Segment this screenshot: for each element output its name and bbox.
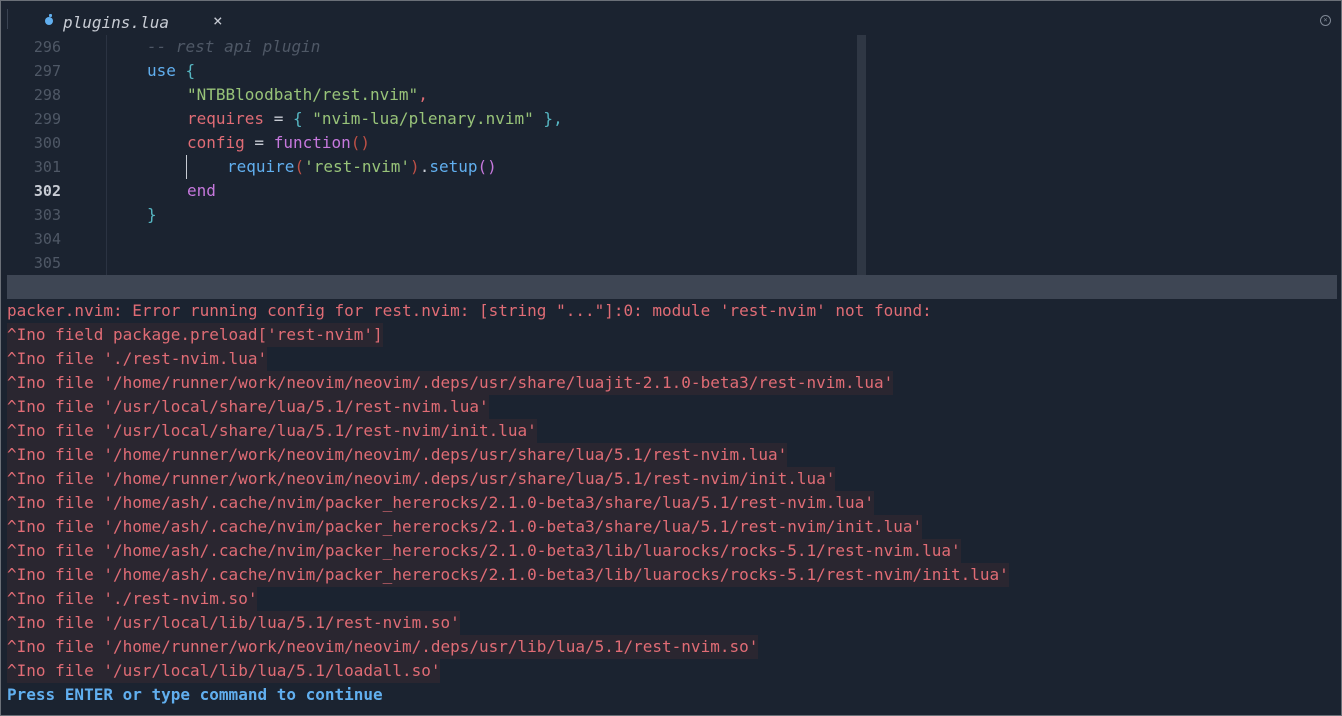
code-line-296: -- rest api plugin bbox=[147, 35, 320, 59]
code-line-297: use { bbox=[147, 59, 195, 83]
line-number: 305 bbox=[33, 254, 61, 272]
current-line-number: 302 bbox=[33, 182, 61, 200]
error-line: ^Ino file './rest-nvim.lua' bbox=[7, 347, 268, 371]
line-number: 304 bbox=[33, 230, 61, 248]
error-line: ^Ino file '/usr/local/lib/lua/5.1/loadal… bbox=[7, 659, 441, 683]
code-comment: -- rest api plugin bbox=[147, 37, 321, 56]
error-line: ^Ino file '/home/ash/.cache/nvim/packer_… bbox=[7, 491, 874, 515]
code-operator: = bbox=[244, 133, 274, 152]
code-function: require bbox=[227, 157, 295, 176]
code-method: setup bbox=[429, 157, 478, 176]
continue-prompt[interactable]: Press ENTER or type command to continue bbox=[7, 683, 383, 707]
indent-guide-outer bbox=[106, 35, 107, 275]
tab-separator bbox=[7, 9, 8, 29]
line-number: 298 bbox=[33, 86, 61, 104]
code-brace: { bbox=[292, 109, 313, 128]
error-line: ^Ino field package.preload['rest-nvim'] bbox=[7, 323, 383, 347]
line-number: 297 bbox=[33, 62, 61, 80]
code-line-302: end bbox=[187, 179, 216, 203]
error-line: ^Ino file '/usr/local/share/lua/5.1/rest… bbox=[7, 395, 489, 419]
editor-pane[interactable]: 296 297 298 299 300 301 302 303 304 305 … bbox=[1, 35, 1341, 275]
error-line: ^Ino file '/home/runner/work/neovim/neov… bbox=[7, 467, 836, 491]
error-header: packer.nvim: Error running config for re… bbox=[7, 301, 932, 320]
code-dot: . bbox=[419, 157, 430, 176]
code-string: 'rest-nvim' bbox=[304, 157, 411, 176]
code-comma: , bbox=[418, 85, 428, 104]
code-keyword: use bbox=[147, 61, 176, 80]
tab-bar: plugins.lua × × bbox=[1, 1, 1341, 35]
code-line-301: require('rest-nvim').setup() bbox=[227, 155, 497, 179]
line-number: 296 bbox=[33, 38, 61, 56]
code-key: config bbox=[187, 133, 245, 152]
code-line-303: } bbox=[147, 203, 157, 227]
code-string: "NTBBloodbath/rest.nvim" bbox=[187, 85, 419, 104]
editor-scrollbar[interactable] bbox=[857, 35, 866, 275]
error-line: ^Ino file '/home/runner/work/neovim/neov… bbox=[7, 371, 894, 395]
error-line: ^Ino file '/home/ash/.cache/nvim/packer_… bbox=[7, 539, 961, 563]
error-line: ^Ino file '/home/runner/work/neovim/neov… bbox=[7, 635, 759, 659]
line-number: 303 bbox=[33, 206, 61, 224]
error-line: ^Ino file '/home/ash/.cache/nvim/packer_… bbox=[7, 515, 923, 539]
code-parens: () bbox=[350, 133, 371, 152]
code-brace: }, bbox=[533, 109, 563, 128]
code-brace: } bbox=[147, 205, 157, 224]
neovim-window: plugins.lua × × 296 297 298 299 300 301 … bbox=[1, 1, 1341, 715]
lua-file-icon bbox=[45, 14, 53, 25]
line-number: 299 bbox=[33, 110, 61, 128]
line-number: 301 bbox=[33, 158, 61, 176]
code-line-299: requires = { "nvim-lua/plenary.nvim" }, bbox=[187, 107, 563, 131]
code-paren: ) bbox=[410, 157, 420, 176]
code-brace: { bbox=[175, 61, 196, 80]
close-tab-icon[interactable]: × bbox=[213, 13, 223, 29]
error-line: ^Ino file '/home/ash/.cache/nvim/packer_… bbox=[7, 563, 1009, 587]
code-operator: = bbox=[264, 109, 293, 128]
error-line: ^Ino file '/usr/local/share/lua/5.1/rest… bbox=[7, 419, 537, 443]
code-keyword: function bbox=[273, 133, 351, 152]
tab-label: plugins.lua bbox=[63, 12, 169, 32]
line-number: 300 bbox=[33, 134, 61, 152]
error-line: ^Ino file './rest-nvim.so' bbox=[7, 587, 258, 611]
code-keyword: end bbox=[187, 181, 216, 200]
code-string: "nvim-lua/plenary.nvim" bbox=[312, 109, 534, 128]
tab-plugins-lua[interactable]: plugins.lua bbox=[45, 10, 169, 34]
code-line-298: "NTBBloodbath/rest.nvim", bbox=[187, 83, 428, 107]
indent-guide-inner bbox=[186, 155, 187, 179]
status-line bbox=[7, 275, 1337, 299]
close-window-icon[interactable]: × bbox=[1320, 15, 1331, 26]
code-parens: () bbox=[477, 157, 497, 176]
error-line: ^Ino file '/usr/local/lib/lua/5.1/rest-n… bbox=[7, 611, 460, 635]
code-paren: ( bbox=[294, 157, 305, 176]
error-line: ^Ino file '/home/runner/work/neovim/neov… bbox=[7, 443, 788, 467]
code-key: requires bbox=[187, 109, 265, 128]
code-line-300: config = function() bbox=[187, 131, 370, 155]
